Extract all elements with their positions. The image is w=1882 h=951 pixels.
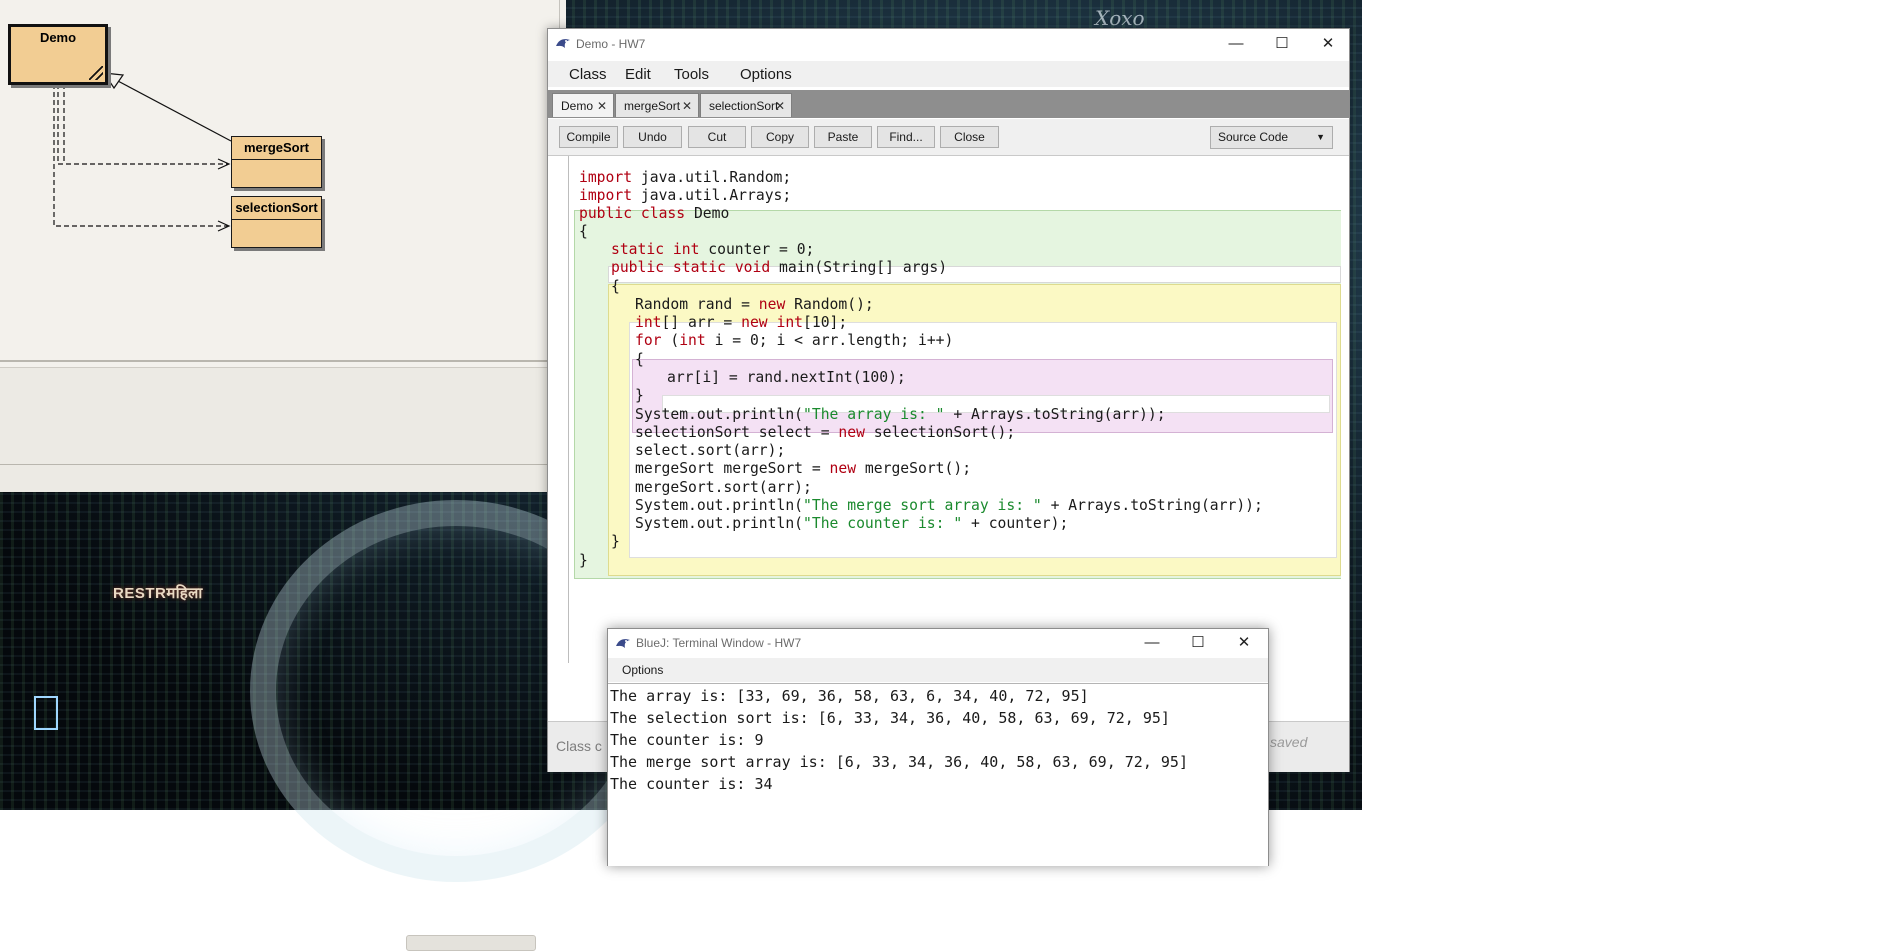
code-line: System.out.println("The counter is: " + … <box>635 515 1069 532</box>
terminal-line: The array is: [33, 69, 36, 58, 63, 6, 34… <box>610 687 1089 705</box>
class-box-mergesort[interactable]: mergeSort <box>231 136 322 188</box>
code-line: } <box>635 387 644 404</box>
minimize-icon[interactable]: — <box>1129 629 1175 657</box>
terminal-output[interactable]: The array is: [33, 69, 36, 58, 63, 6, 34… <box>608 683 1268 866</box>
code-line: import java.util.Random; <box>579 169 792 186</box>
terminal-line: The selection sort is: [6, 33, 34, 36, 4… <box>610 709 1170 727</box>
class-name-selectionsort: selectionSort <box>232 197 321 220</box>
close-button[interactable]: Close <box>940 126 999 148</box>
class-name-demo: Demo <box>39 30 77 45</box>
maximize-icon[interactable]: ☐ <box>1175 629 1221 657</box>
tab-label: mergeSort <box>624 99 681 113</box>
main-status-bar <box>0 465 566 951</box>
view-select[interactable]: Source Code ▼ <box>1210 126 1333 149</box>
code-line: System.out.println("The array is: " + Ar… <box>635 406 1166 423</box>
terminal-menubar: Options <box>608 658 1268 682</box>
code-line: Random rand = new Random(); <box>635 296 874 313</box>
code-line: for (int i = 0; i < arr.length; i++) <box>635 332 954 349</box>
tab-label: selectionSort <box>709 99 779 113</box>
wallpaper-small-sign <box>34 696 58 730</box>
bluej-bird-icon <box>556 39 570 48</box>
horizontal-scrollbar[interactable] <box>406 935 536 951</box>
menu-options[interactable]: Options <box>622 663 663 677</box>
close-tab-icon[interactable]: ✕ <box>597 94 607 118</box>
terminal-line: The counter is: 34 <box>610 775 773 793</box>
tab-label: Demo <box>561 99 594 113</box>
code-line: public static void main(String[] args) <box>611 259 948 276</box>
editor-toolbar: Compile Undo Cut Copy Paste Find... Clos… <box>548 119 1349 156</box>
terminal-line: The merge sort array is: [6, 33, 34, 36,… <box>610 753 1188 771</box>
undo-button[interactable]: Undo <box>623 126 682 148</box>
editor-title: Demo - HW7 <box>576 37 646 51</box>
class-box-selectionsort[interactable]: selectionSort <box>231 196 322 248</box>
terminal-line: The counter is: 9 <box>610 731 764 749</box>
find-button[interactable]: Find... <box>877 126 935 148</box>
editor-tab-row: Demo ✕ mergeSort ✕ selectionSort ✕ <box>548 90 1349 118</box>
maximize-icon[interactable]: ☐ <box>1259 29 1305 59</box>
tab-demo[interactable]: Demo ✕ <box>552 93 614 117</box>
menu-tools[interactable]: Tools <box>674 66 709 83</box>
code-line: { <box>579 223 588 240</box>
object-bench[interactable] <box>0 368 566 464</box>
paste-button[interactable]: Paste <box>814 126 872 148</box>
terminal-title: BlueJ: Terminal Window - HW7 <box>636 636 802 650</box>
code-line: select.sort(arr); <box>635 442 786 459</box>
editor-gutter-line <box>568 156 569 663</box>
code-line: int[] arr = new int[10]; <box>635 314 848 331</box>
tab-selectionsort[interactable]: selectionSort ✕ <box>700 93 792 117</box>
class-name-mergesort: mergeSort <box>232 137 321 160</box>
terminal-window: BlueJ: Terminal Window - HW7 — ☐ ✕ Optio… <box>607 628 1269 866</box>
code-line: mergeSort.sort(arr); <box>635 479 812 496</box>
code-line: System.out.println("The merge sort array… <box>635 497 1263 514</box>
code-line: selectionSort select = new selectionSort… <box>635 424 1016 441</box>
code-line: public class Demo <box>579 205 730 222</box>
chevron-down-icon: ▼ <box>1316 132 1325 142</box>
close-tab-icon[interactable]: ✕ <box>682 94 692 118</box>
compile-button[interactable]: Compile <box>559 126 618 148</box>
bluej-main-window: Demo mergeSort selectionSort <box>0 0 566 951</box>
menu-class[interactable]: Class <box>569 66 607 83</box>
class-resize-icon <box>89 66 103 80</box>
diagram-divider[interactable] <box>0 360 566 362</box>
code-line: arr[i] = rand.nextInt(100); <box>667 369 906 386</box>
code-line: { <box>635 351 644 368</box>
close-icon[interactable]: ✕ <box>1221 629 1267 657</box>
code-line: } <box>611 533 620 550</box>
cut-button[interactable]: Cut <box>688 126 746 148</box>
wallpaper-neon-sign: RESTRमहिला <box>113 585 203 602</box>
copy-button[interactable]: Copy <box>751 126 809 148</box>
minimize-icon[interactable]: — <box>1213 29 1259 59</box>
editor-titlebar[interactable]: Demo - HW7 — ☐ ✕ <box>548 29 1349 59</box>
menu-options[interactable]: Options <box>740 66 792 83</box>
code-line: static int counter = 0; <box>611 241 815 258</box>
tab-mergesort[interactable]: mergeSort ✕ <box>615 93 699 117</box>
wallpaper-top-sign: Xoxo <box>1095 6 1145 30</box>
saved-indicator: saved <box>1270 734 1308 750</box>
class-box-demo[interactable]: Demo <box>8 24 108 85</box>
code-line: { <box>611 278 620 295</box>
menu-edit[interactable]: Edit <box>625 66 651 83</box>
view-select-value: Source Code <box>1218 130 1289 144</box>
editor-menubar: Class Edit Tools Options <box>548 61 1349 87</box>
bluej-bird-icon <box>616 639 630 648</box>
status-text: Class c <box>556 738 602 754</box>
close-icon[interactable]: ✕ <box>1305 29 1351 59</box>
code-line: mergeSort mergeSort = new mergeSort(); <box>635 460 972 477</box>
class-diagram[interactable]: Demo mergeSort selectionSort <box>0 0 566 360</box>
code-line: } <box>579 552 588 569</box>
close-tab-icon[interactable]: ✕ <box>775 94 785 118</box>
code-line: import java.util.Arrays; <box>579 187 792 204</box>
terminal-titlebar[interactable]: BlueJ: Terminal Window - HW7 — ☐ ✕ <box>608 629 1268 657</box>
